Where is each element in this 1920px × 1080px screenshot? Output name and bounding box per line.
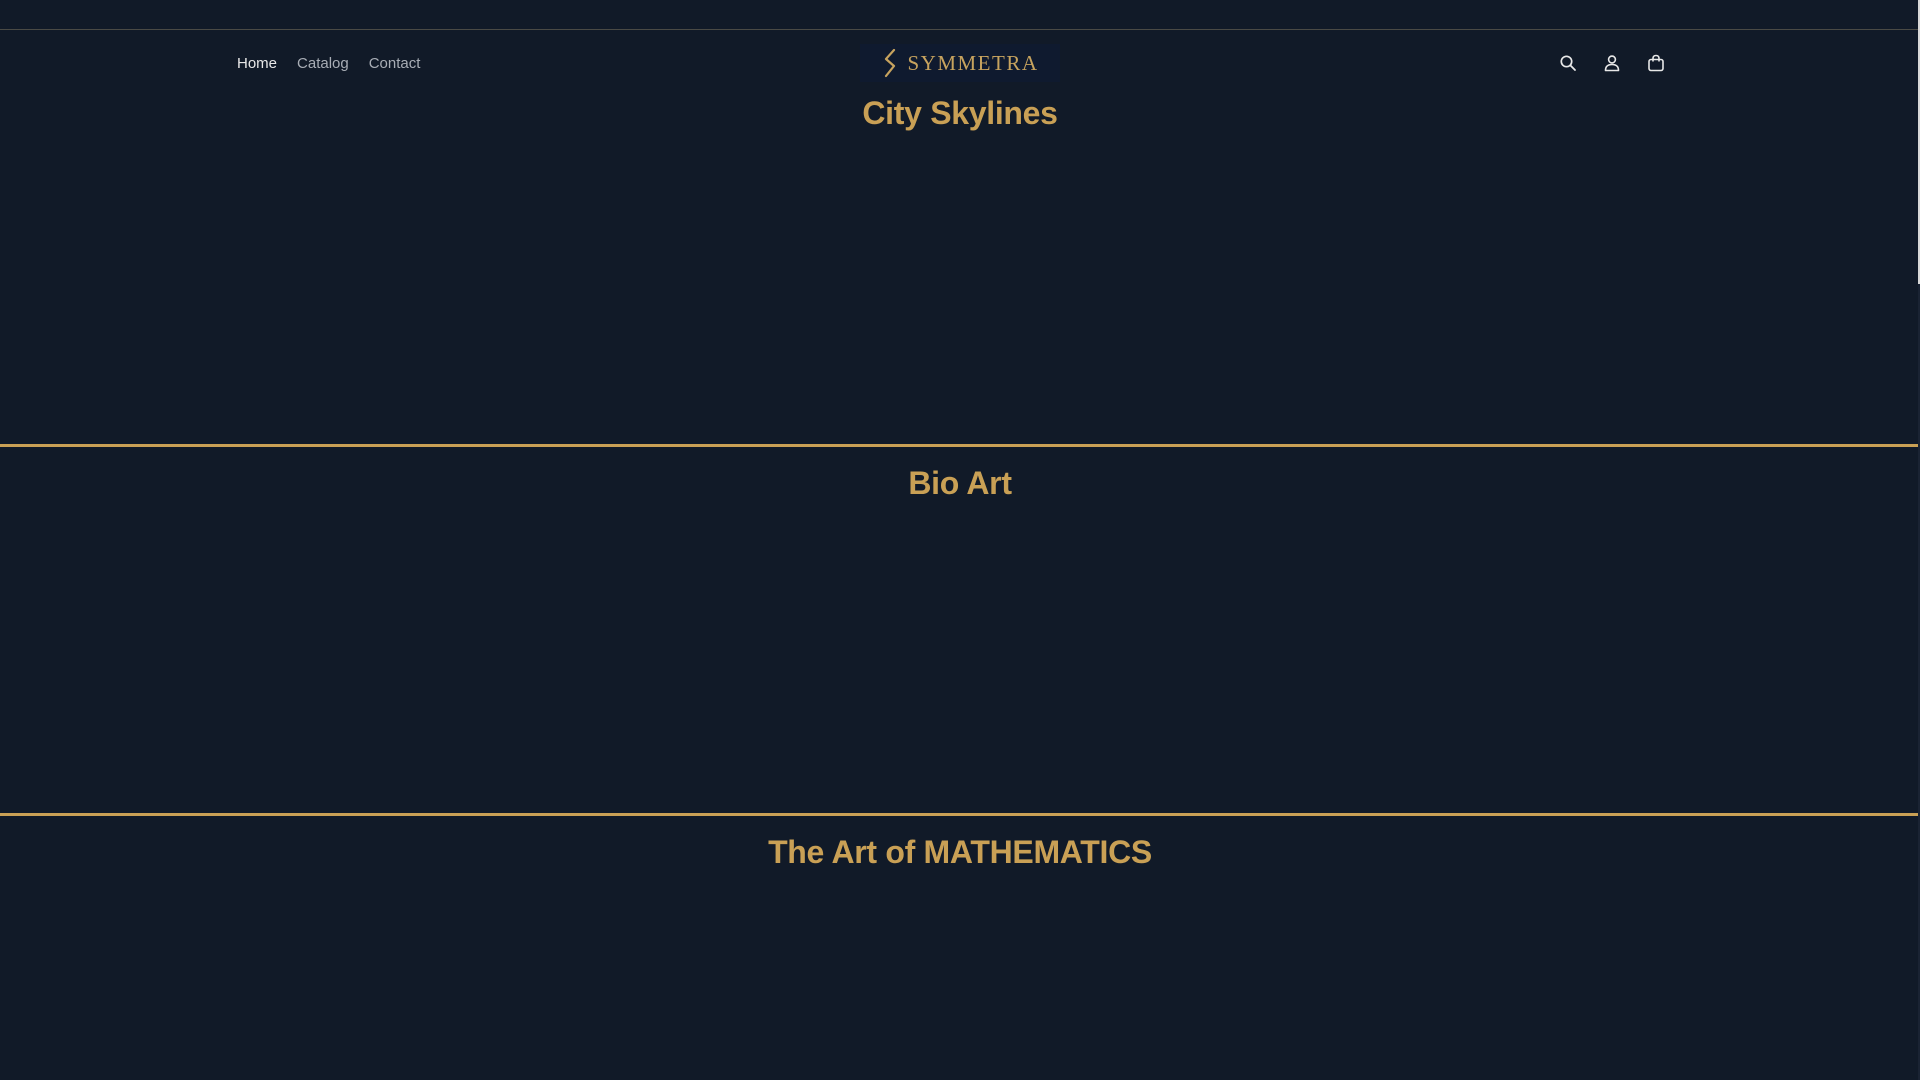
site-header: Home Catalog Contact SYMMETRA [0,30,1920,96]
cart-icon[interactable] [1644,51,1668,75]
logo-mark-icon [881,48,899,78]
nav-link-catalog[interactable]: Catalog [297,55,349,72]
collection-art-of-mathematics: The Art of MATHEMATICS [0,834,1920,871]
search-icon[interactable] [1556,51,1580,75]
site-logo[interactable]: SYMMETRA [860,44,1060,82]
section-title: The Art of MATHEMATICS [768,834,1152,870]
nav-link-contact[interactable]: Contact [369,55,421,72]
section-title: Bio Art [908,465,1012,501]
account-icon[interactable] [1600,51,1624,75]
logo-text: SYMMETRA [907,50,1039,75]
collection-bio-art: Bio Art [0,465,1920,502]
section-divider [0,813,1920,816]
announcement-bar [0,0,1920,30]
section-divider [0,444,1920,447]
main-nav: Home Catalog Contact [237,30,420,96]
page: Home Catalog Contact SYMMETRA City Skyli… [0,0,1920,1080]
section-title: City Skylines [862,95,1058,131]
header-icons [1556,30,1668,96]
collection-city-skylines: City Skylines [0,95,1920,132]
nav-link-home[interactable]: Home [237,55,277,72]
